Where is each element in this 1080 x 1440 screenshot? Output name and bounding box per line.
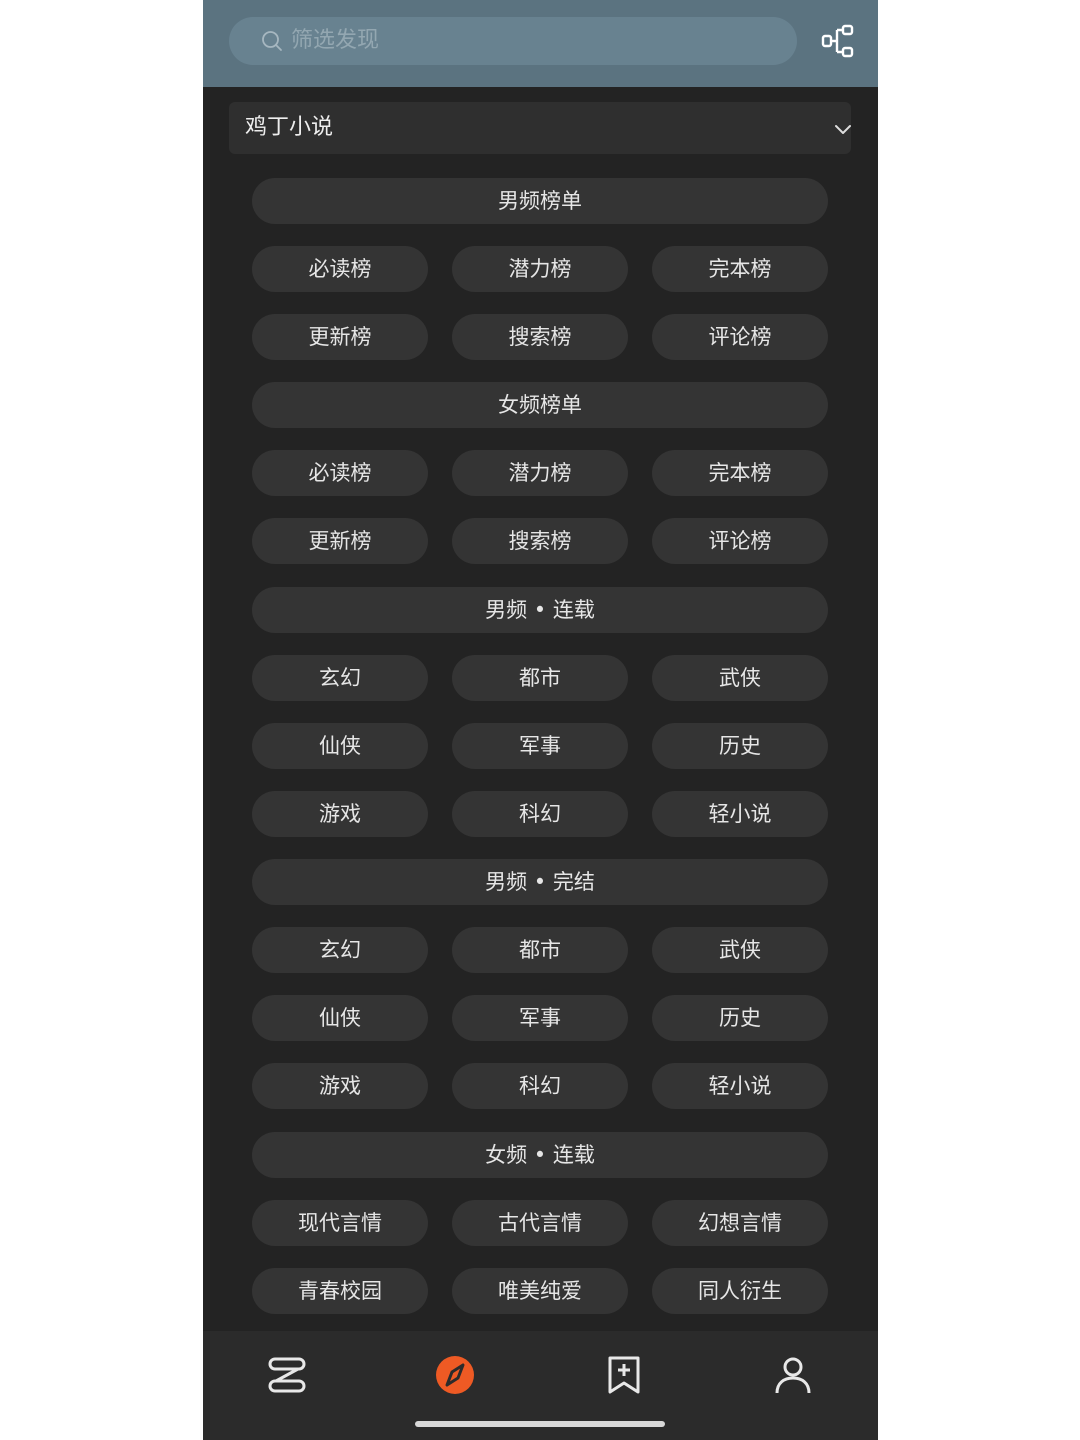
category-button[interactable]: 必读榜 <box>252 246 428 292</box>
category-button[interactable]: 现代言情 <box>252 1200 428 1246</box>
bottom-nav <box>203 1331 878 1440</box>
category-button[interactable]: 评论榜 <box>652 314 828 360</box>
category-button[interactable]: 科幻 <box>452 791 628 837</box>
section-header-male-completed[interactable]: 男频 • 完结 <box>252 859 828 905</box>
category-button[interactable]: 历史 <box>652 995 828 1041</box>
category-button[interactable]: 历史 <box>652 723 828 769</box>
flow-tree-icon[interactable] <box>821 24 855 58</box>
category-button[interactable]: 仙侠 <box>252 723 428 769</box>
category-button[interactable]: 完本榜 <box>652 246 828 292</box>
top-bar: 筛选发现 <box>203 0 878 87</box>
category-button[interactable]: 玄幻 <box>252 655 428 701</box>
chevron-down-icon <box>835 125 851 134</box>
category-button[interactable]: 古代言情 <box>452 1200 628 1246</box>
category-button[interactable]: 搜索榜 <box>452 314 628 360</box>
source-selector[interactable]: 鸡丁小说 <box>229 102 851 154</box>
search-input[interactable]: 筛选发现 <box>229 17 797 65</box>
compass-icon[interactable] <box>433 1353 477 1397</box>
category-button[interactable]: 军事 <box>452 995 628 1041</box>
category-button[interactable]: 玄幻 <box>252 927 428 973</box>
search-placeholder: 筛选发现 <box>291 28 380 53</box>
category-button[interactable]: 必读榜 <box>252 450 428 496</box>
category-button[interactable]: 武侠 <box>652 655 828 701</box>
category-button[interactable]: 唯美纯爱 <box>452 1268 628 1314</box>
category-button[interactable]: 潜力榜 <box>452 450 628 496</box>
bookmark-add-icon[interactable] <box>602 1353 646 1397</box>
home-indicator <box>415 1421 665 1427</box>
bookshelf-icon[interactable] <box>265 1353 309 1397</box>
category-button[interactable]: 幻想言情 <box>652 1200 828 1246</box>
category-button[interactable]: 游戏 <box>252 791 428 837</box>
category-button[interactable]: 军事 <box>452 723 628 769</box>
category-button[interactable]: 更新榜 <box>252 314 428 360</box>
section-header-female-serial[interactable]: 女频 • 连载 <box>252 1132 828 1178</box>
category-button[interactable]: 科幻 <box>452 1063 628 1109</box>
category-button[interactable]: 完本榜 <box>652 450 828 496</box>
category-button[interactable]: 青春校园 <box>252 1268 428 1314</box>
category-button[interactable]: 评论榜 <box>652 518 828 564</box>
section-header-male-serial[interactable]: 男频 • 连载 <box>252 587 828 633</box>
category-button[interactable]: 同人衍生 <box>652 1268 828 1314</box>
category-button[interactable]: 武侠 <box>652 927 828 973</box>
category-button[interactable]: 搜索榜 <box>452 518 628 564</box>
section-header-female-ranking[interactable]: 女频榜单 <box>252 382 828 428</box>
category-button[interactable]: 轻小说 <box>652 791 828 837</box>
category-button[interactable]: 都市 <box>452 655 628 701</box>
profile-icon[interactable] <box>771 1353 815 1397</box>
category-button[interactable]: 仙侠 <box>252 995 428 1041</box>
search-icon <box>262 31 282 51</box>
category-button[interactable]: 轻小说 <box>652 1063 828 1109</box>
category-button[interactable]: 更新榜 <box>252 518 428 564</box>
category-button[interactable]: 潜力榜 <box>452 246 628 292</box>
category-button[interactable]: 都市 <box>452 927 628 973</box>
category-button[interactable]: 游戏 <box>252 1063 428 1109</box>
source-selected-label: 鸡丁小说 <box>245 115 334 140</box>
app-screen: 筛选发现 鸡丁小说 男频榜单 必读榜 潜力榜 完本榜 更新榜 搜索榜 评论榜 女… <box>203 0 878 1440</box>
section-header-male-ranking[interactable]: 男频榜单 <box>252 178 828 224</box>
